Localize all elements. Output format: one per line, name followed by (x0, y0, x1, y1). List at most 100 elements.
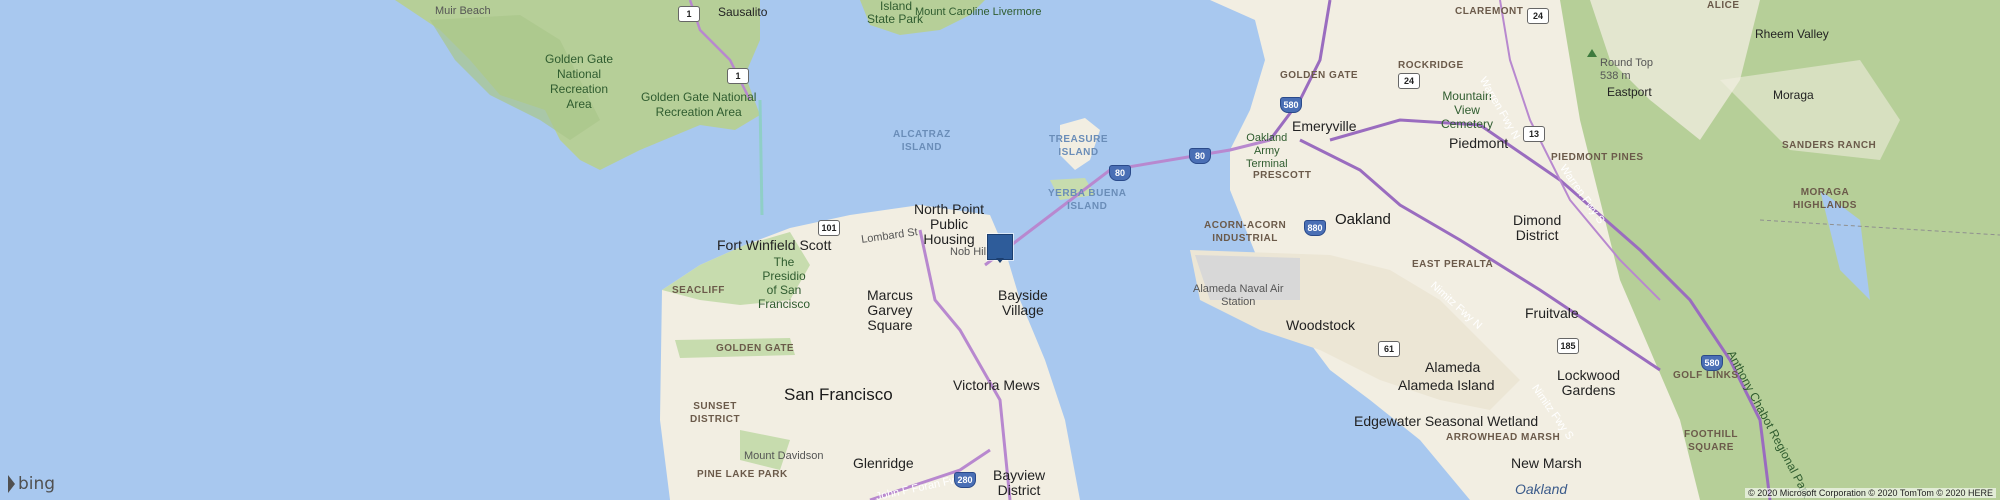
label-alice: ALICE (1707, 0, 1740, 11)
label-sausalito: Sausalito (718, 5, 768, 19)
label-arrowhead-marsh: ARROWHEAD MARSH (1446, 432, 1561, 443)
label-line: ISLAND (1067, 201, 1108, 212)
interstate-580-shield: 580 (1280, 97, 1302, 113)
label-mount-caroline: Mount Caroline Livermore (915, 6, 1042, 18)
label-rockridge: ROCKRIDGE (1398, 60, 1464, 71)
label-line: Francisco (758, 297, 811, 311)
label-prescott: PRESCOTT (1253, 170, 1312, 181)
label-line: SQUARE (1688, 442, 1734, 453)
bing-logo: bing (8, 474, 55, 494)
label-mount-davidson: Mount Davidson (744, 450, 824, 462)
label-foothill-square: FOOTHILL SQUARE (1684, 428, 1738, 454)
label-piedmont-pines: PIEDMONT PINES (1551, 152, 1644, 163)
interstate-580-shield: 580 (1701, 355, 1723, 371)
route-24-shield: 24 (1527, 8, 1549, 24)
label-line: Marcus (867, 287, 913, 303)
label-moraga-highlands: MORAGA HIGHLANDS (1793, 186, 1857, 212)
label-alameda-naval: Alameda Naval Air Station (1193, 283, 1284, 309)
route-24-shield: 24 (1398, 73, 1420, 89)
label-line: SUNSET (693, 401, 737, 412)
label-east-peralta: EAST PERALTA (1412, 259, 1494, 270)
label-new-marsh: New Marsh (1511, 455, 1582, 471)
label-line: INDUSTRIAL (1212, 233, 1278, 244)
label-golden-gate-east: GOLDEN GATE (1280, 70, 1359, 81)
label-line: Golden Gate (545, 52, 614, 66)
label-line: of San (766, 283, 802, 297)
label-bayside-village: Bayside Village (998, 288, 1048, 318)
label-sunset-district: SUNSET DISTRICT (690, 400, 740, 426)
label-line: Cemetery (1441, 117, 1494, 131)
label-golden-gate-nra: Golden Gate National Recreation Area (545, 52, 613, 112)
label-line: Dimond (1513, 212, 1562, 228)
label-fruitvale: Fruitvale (1525, 305, 1579, 321)
peak-icon (1587, 49, 1597, 57)
label-golden-gate-park: GOLDEN GATE (716, 343, 795, 354)
label-piedmont: Piedmont (1449, 135, 1509, 151)
label-line: HIGHLANDS (1793, 200, 1857, 211)
label-dimond-district: Dimond District (1513, 213, 1561, 243)
label-line: Army (1253, 145, 1280, 157)
label-presidio: The Presidio of San Francisco (758, 255, 810, 311)
label-lockwood-gardens: Lockwood Gardens (1557, 368, 1620, 398)
label-north-point: North Point Public Housing (914, 202, 984, 247)
label-san-francisco: San Francisco (784, 385, 893, 404)
label-line: The (773, 255, 795, 269)
label-line: ALCATRAZ (893, 129, 951, 140)
route-185-shield: 185 (1557, 338, 1579, 354)
label-line: Gardens (1561, 382, 1616, 398)
label-victoria-mews: Victoria Mews (953, 377, 1040, 393)
label-round-top: Round Top 538 m (1600, 57, 1653, 83)
label-edgewater: Edgewater Seasonal Wetland (1354, 413, 1539, 429)
label-line: DISTRICT (690, 414, 741, 425)
label-line: Round Top (1600, 57, 1654, 69)
label-marcus-garvey: Marcus Garvey Square (867, 288, 913, 333)
route-61-shield: 61 (1378, 341, 1400, 357)
route-1-shield: 1 (727, 68, 749, 84)
label-line: ISLAND (901, 142, 942, 153)
route-101-shield: 101 (818, 220, 840, 236)
label-line: Station (1221, 296, 1256, 308)
label-oakland-army-terminal: Oakland Army Terminal (1246, 132, 1288, 171)
label-acorn-industrial: ACORN-ACORN INDUSTRIAL (1204, 219, 1286, 245)
label-line: ISLAND (1058, 147, 1099, 158)
label-golf-links: GOLF LINKS (1673, 370, 1739, 381)
label-line: 538 m (1600, 70, 1631, 82)
label-glenridge: Glenridge (853, 455, 914, 471)
label-sanders-ranch: SANDERS RANCH (1782, 140, 1877, 151)
route-13-shield: 13 (1523, 126, 1545, 142)
label-golden-gate-nra-b: Golden Gate National Recreation Area (641, 90, 756, 120)
label-line: Recreation (550, 82, 609, 96)
label-line: North Point (914, 201, 985, 217)
route-1-shield: 1 (678, 6, 700, 22)
label-alameda-island: Alameda Island (1398, 377, 1495, 393)
label-muir-beach: Muir Beach (435, 5, 491, 17)
label-line: Square (867, 317, 913, 333)
label-line: District (997, 482, 1041, 498)
label-oakland: Oakland (1335, 211, 1391, 228)
label-line: Area (566, 97, 592, 111)
label-rheem-valley: Rheem Valley (1755, 27, 1829, 41)
label-line: Public (929, 216, 969, 232)
label-eastport: Eastport (1607, 85, 1652, 99)
label-line: Bayview (993, 467, 1046, 483)
label-line: Bayside (998, 287, 1048, 303)
label-alcatraz: ALCATRAZ ISLAND (893, 128, 951, 154)
location-marker[interactable] (987, 234, 1013, 263)
bing-logo-icon (8, 475, 15, 493)
label-line: ACORN-ACORN (1204, 220, 1287, 231)
label-yerba-buena: YERBA BUENA ISLAND (1048, 187, 1126, 213)
label-line: District (1515, 227, 1559, 243)
label-line: TREASURE (1049, 134, 1109, 145)
label-line: Recreation Area (655, 105, 742, 119)
label-oakland-airport: Oakland (1515, 481, 1568, 497)
label-claremont: CLAREMONT (1455, 6, 1524, 17)
interstate-80-shield: 80 (1189, 148, 1211, 164)
label-alameda: Alameda (1425, 359, 1481, 375)
label-line: FOOTHILL (1684, 429, 1738, 440)
label-fort-winfield: Fort Winfield Scott (717, 237, 832, 253)
label-line: Housing (923, 231, 975, 247)
interstate-880-shield: 880 (1304, 220, 1326, 236)
label-woodstock: Woodstock (1286, 317, 1355, 333)
label-line: YERBA BUENA (1048, 188, 1127, 199)
map-canvas[interactable]: Muir Beach Sausalito Island State Park M… (0, 0, 2000, 500)
